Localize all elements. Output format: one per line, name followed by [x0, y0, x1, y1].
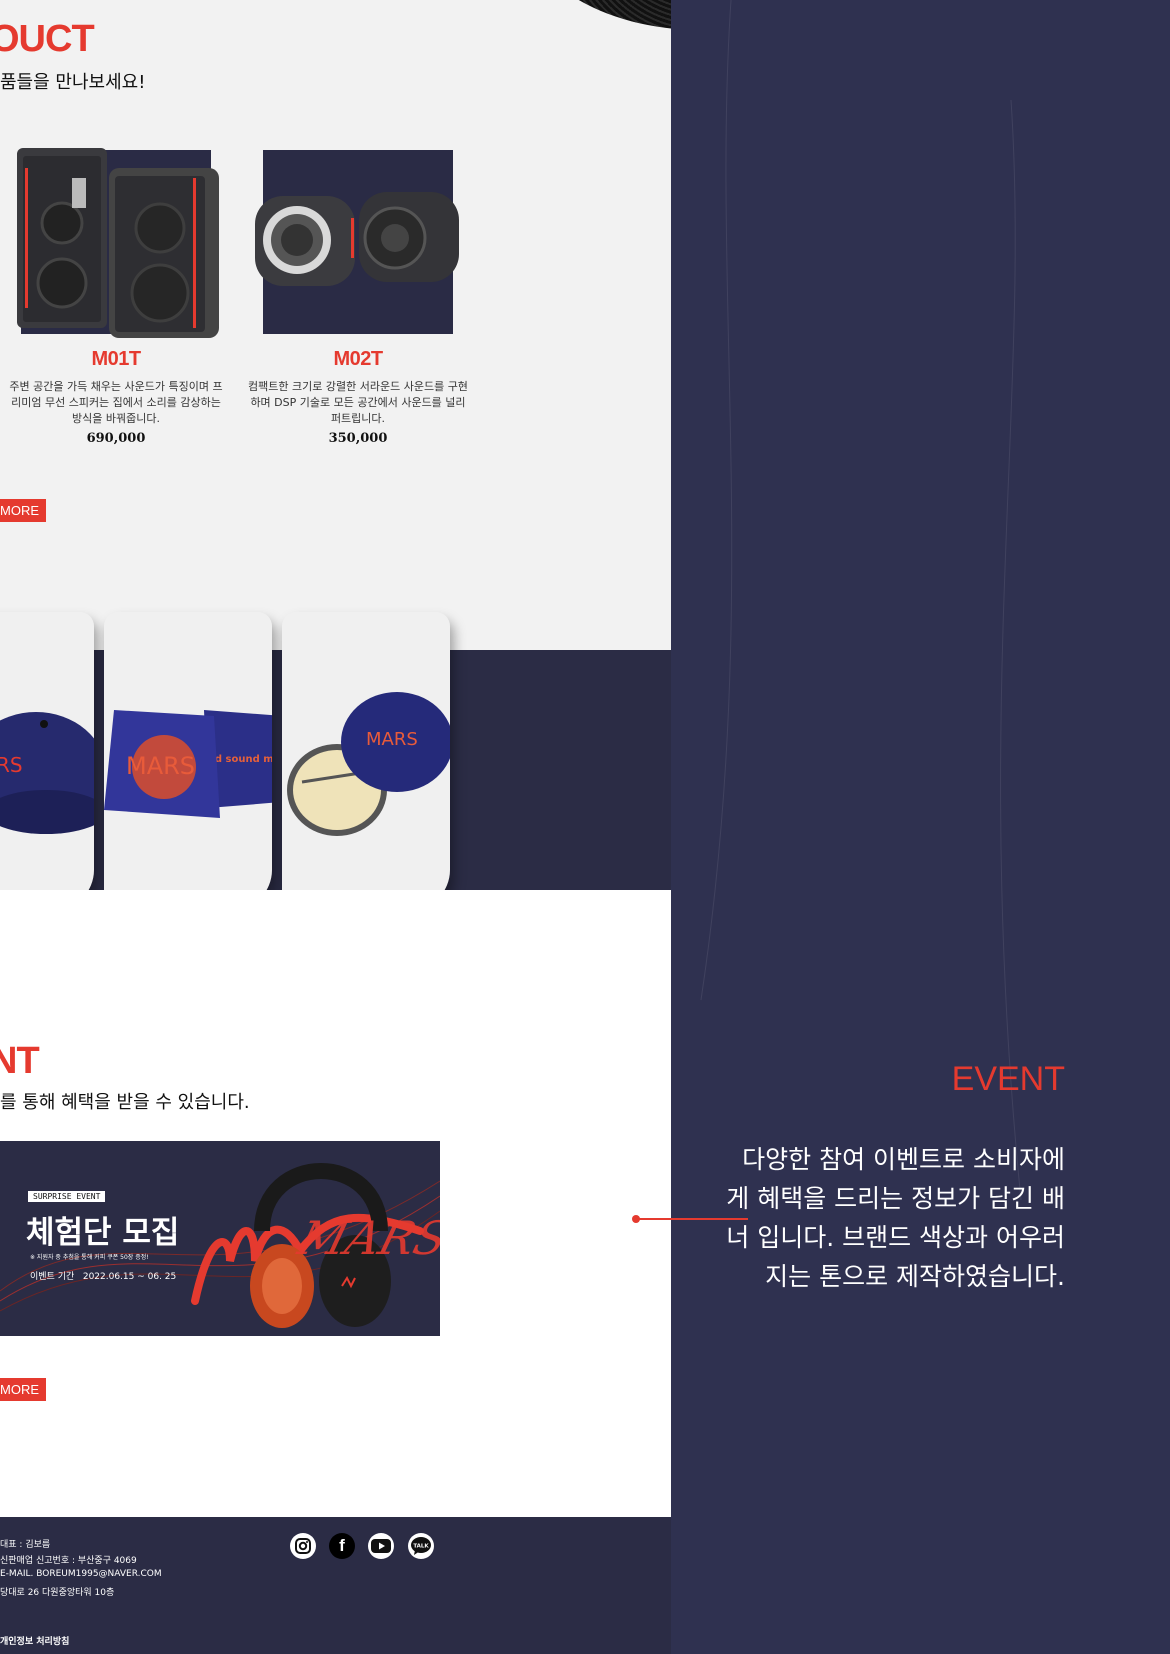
annotation-description: 다양한 참여 이벤트로 소비자에게 혜택을 드리는 정보가 담긴 배너 입니다.… [726, 1145, 1065, 1291]
facebook-icon[interactable]: f [329, 1533, 355, 1559]
banner-period: 이벤트 기간 2022.06.15 ~ 06. 25 [30, 1272, 177, 1282]
product-more-button[interactable]: MORE [0, 499, 46, 522]
banner-script-logo: MARS [292, 1211, 440, 1265]
product-section: OUCT 품들을 만나보세요! M01T 주변 공간을 가득 채우는 사운드가 … [0, 0, 671, 650]
annotation-pointer-dot [632, 1215, 640, 1223]
goods-card-badge[interactable]: MARS [282, 612, 450, 910]
annotation-pointer-line [636, 1218, 748, 1220]
product-section-title: OUCT [0, 18, 95, 60]
product-description: 컴팩트한 크기로 강렬한 서라운드 사운드를 구현하며 DSP 기술로 모든 공… [248, 380, 468, 425]
product-image-m01t[interactable] [17, 148, 219, 338]
goods-card-pillow[interactable]: od sound m you smile. MARS [104, 612, 272, 910]
footer-info-line: 신판매업 신고번호 : 부산중구 4069 [0, 1556, 137, 1566]
page-preview: OUCT 품들을 만나보세요! M01T 주변 공간을 가득 채우는 사운드가 … [0, 0, 671, 1654]
kakaotalk-label: TALK [413, 1544, 429, 1550]
product-description: 주변 공간을 가득 채우는 사운드가 특징이며 프리미엄 무선 스피커는 집에서… [9, 380, 223, 425]
product-card[interactable]: M01T 주변 공간을 가득 채우는 사운드가 특징이며 프리미엄 무선 스피커… [9, 148, 223, 446]
banner-badge: SURPRISE EVENT [28, 1191, 106, 1202]
youtube-icon[interactable] [368, 1533, 394, 1559]
event-more-button[interactable]: MORE [0, 1378, 46, 1401]
annotation-title: EVENT [951, 1060, 1065, 1098]
footer-email: E-MAIL. BOREUM1995@NAVER.COM [0, 1569, 162, 1579]
product-name[interactable]: M01T [21, 348, 211, 371]
annotation-panel [671, 0, 1170, 1654]
badge-logo: MARS [366, 729, 418, 750]
instagram-icon[interactable] [290, 1533, 316, 1559]
product-card[interactable]: M02T 컴팩트한 크기로 강렬한 서라운드 사운드를 구현하며 DSP 기술로… [248, 150, 468, 446]
product-image-m02t[interactable] [255, 150, 459, 334]
banner-headline: 체험단 모집 [26, 1215, 180, 1251]
pillow-logo: MARS [126, 752, 195, 780]
event-banner[interactable]: SURPRISE EVENT 체험단 모집 ※ 지원자 중 추첨을 통해 커피 … [0, 1141, 440, 1336]
goods-card-cap[interactable]: RS [0, 612, 94, 910]
event-section-subtitle: 를 통해 혜택을 받을 수 있습니다. [0, 1092, 250, 1113]
pillow-slogan: od sound m you smile. [208, 754, 272, 765]
kakaotalk-icon[interactable]: TALK [408, 1533, 434, 1559]
footer-info-line: 대표 : 김보름 [0, 1540, 51, 1550]
product-section-subtitle: 품들을 만나보세요! [0, 72, 146, 93]
vinyl-record-graphic [520, 0, 671, 30]
event-section-title: NT [0, 1040, 40, 1082]
product-price: 350,000 [328, 431, 388, 446]
cap-print: RS [0, 753, 23, 777]
product-price: 690,000 [86, 431, 146, 446]
banner-note: ※ 지원자 중 추첨을 통해 커피 쿠폰 50장 증정! [30, 1254, 149, 1261]
footer-address: 당대로 26 다원중앙타워 10층 [0, 1588, 115, 1598]
product-name[interactable]: M02T [263, 348, 453, 371]
privacy-policy-link[interactable]: 개인정보 처리방침 [0, 1634, 69, 1647]
